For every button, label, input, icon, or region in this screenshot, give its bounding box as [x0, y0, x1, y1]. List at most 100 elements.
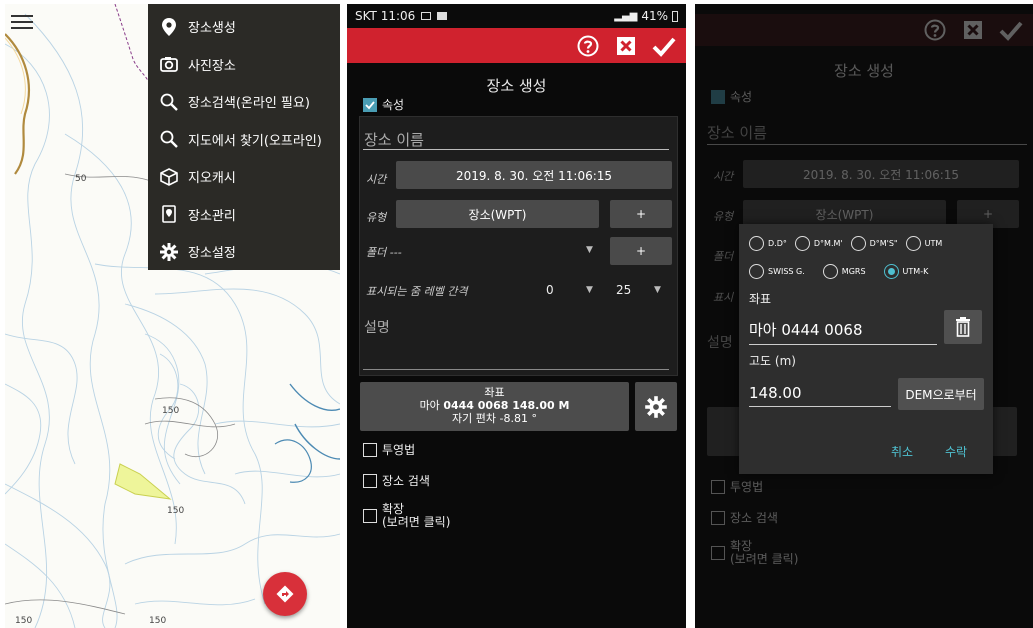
trash-icon [956, 317, 970, 337]
time-button[interactable]: 2019. 8. 30. 오전 11:06:15 [743, 160, 1019, 188]
format-radio-row-2: SWISS G. MGRS UTM-K [749, 264, 936, 279]
checkbox-label: 투영법 [382, 443, 416, 457]
attributes-label: 속성 [730, 90, 753, 104]
projection-checkbox[interactable]: 투영법 [363, 441, 450, 458]
add-folder-button[interactable]: + [610, 237, 672, 265]
format-radio-utm[interactable]: UTM [905, 236, 942, 251]
radio-label: SWISS G. [768, 267, 805, 276]
format-radio-mgrs[interactable]: MGRS [822, 264, 866, 279]
dem-button[interactable]: DEM으로부터 [898, 378, 984, 410]
format-radio-dms[interactable]: D°M'S" [850, 236, 898, 251]
cancel-dialog-button[interactable]: 취소 [891, 443, 913, 460]
battery-level: 41% [641, 9, 668, 23]
time-button[interactable]: 2019. 8. 30. 오전 11:06:15 [396, 161, 672, 189]
attributes-checkbox[interactable]: 속성 [711, 88, 752, 105]
geocache-box-icon [158, 166, 180, 188]
description-field[interactable]: 설명 [707, 332, 733, 352]
check-icon [652, 37, 676, 57]
chevron-down-icon[interactable]: ▼ [586, 245, 593, 255]
checkbox-label: 확장 (보려면 클릭) [382, 502, 451, 529]
zoom-max-select[interactable]: 25 [616, 283, 631, 297]
checkbox-label: 확장 (보려면 클릭) [730, 539, 799, 566]
format-radio-swiss[interactable]: SWISS G. [749, 264, 805, 279]
directions-icon [276, 585, 294, 603]
zoom-min-select[interactable]: 0 [546, 283, 554, 297]
place-name-field[interactable]: 장소 이름 [364, 129, 424, 150]
confirm-button[interactable] [999, 18, 1023, 42]
accept-dialog-button[interactable]: 수락 [945, 443, 967, 460]
contour-label: 150 [162, 406, 180, 416]
checkbox-checked-icon [363, 97, 377, 112]
help-button[interactable] [576, 34, 600, 58]
menu-item-label: 장소관리 [188, 208, 236, 224]
checkbox-checked-icon [711, 89, 725, 104]
description-field[interactable]: 설명 [364, 317, 390, 337]
altitude-input[interactable]: 148.00 [749, 384, 891, 407]
cancel-button[interactable] [614, 34, 638, 58]
contour-label: 150 [15, 616, 33, 626]
coordinates-button[interactable]: 좌표 마아 0444 0068 148.00 M 자기 편차 -8.81 ° [360, 382, 629, 431]
gear-icon [645, 395, 667, 418]
cancel-button[interactable] [961, 18, 985, 42]
extend-checkbox[interactable]: 확장 (보려면 클릭) [711, 540, 798, 566]
menu-item-place-settings[interactable]: 장소설정 [148, 233, 340, 271]
checkbox-icon [363, 473, 377, 488]
menu-item-photo-place[interactable]: 사진장소 [148, 46, 340, 84]
confirm-button[interactable] [652, 34, 676, 58]
options-list: 투영법 장소 검색 확장 (보려면 클릭) [711, 478, 798, 580]
name-underline [707, 144, 1027, 145]
hamburger-menu-icon[interactable] [11, 15, 33, 31]
page-title: 장소 생성 [486, 77, 547, 95]
menu-item-manage-places[interactable]: 장소관리 [148, 196, 340, 234]
checkbox-icon [363, 509, 377, 523]
projection-checkbox[interactable]: 투영법 [711, 478, 798, 495]
type-button[interactable]: 장소(WPT) [396, 200, 599, 228]
menu-item-create-place[interactable]: 장소생성 [148, 8, 340, 46]
format-radio-dd[interactable]: D.D° [749, 236, 787, 251]
checkbox-icon [711, 479, 725, 494]
menu-item-geocache[interactable]: 지오캐시 [148, 158, 340, 196]
place-manage-icon [158, 203, 180, 225]
help-icon [924, 19, 946, 41]
format-radio-utmk[interactable]: UTM-K [883, 264, 929, 279]
menu-item-find-on-map[interactable]: 지도에서 찾기(오프라인) [148, 121, 340, 159]
menu-item-search-online[interactable]: 장소검색(온라인 필요) [148, 83, 340, 121]
checkbox-label: 투영법 [730, 480, 764, 494]
place-name-field[interactable]: 장소 이름 [707, 122, 767, 143]
place-search-checkbox[interactable]: 장소 검색 [363, 472, 450, 489]
gallery-icon [421, 12, 432, 20]
add-type-button[interactable]: + [610, 200, 672, 228]
navigate-fab[interactable] [263, 572, 307, 616]
place-search-checkbox[interactable]: 장소 검색 [711, 509, 798, 526]
attributes-checkbox[interactable]: 속성 [363, 96, 404, 113]
chevron-down-icon[interactable]: ▼ [586, 285, 593, 295]
description-underline [363, 369, 669, 370]
coordinate-settings-button[interactable] [635, 382, 677, 431]
checkbox-icon [711, 510, 725, 525]
radio-label: UTM-K [902, 267, 929, 276]
radio-label: D.D° [768, 239, 787, 248]
coordinate-input[interactable]: 마아 0444 0068 [749, 319, 937, 345]
folder-label: 폴더 [713, 250, 734, 263]
menu-item-label: 장소생성 [188, 21, 236, 37]
help-button[interactable] [923, 18, 947, 42]
format-radio-dmm[interactable]: D°M.M' [794, 236, 843, 251]
menu-item-label: 지도에서 찾기(오프라인) [188, 133, 322, 149]
close-box-icon [964, 21, 982, 39]
name-underline [363, 149, 669, 150]
chevron-down-icon[interactable]: ▼ [654, 285, 661, 295]
signal-icon: ▂▄▆ [614, 10, 638, 22]
folder-value: --- [389, 246, 402, 259]
declination-text: 자기 편차 -8.81 ° [452, 412, 537, 425]
type-label: 유형 [713, 210, 734, 223]
extend-checkbox[interactable]: 확장 (보려면 클릭) [363, 503, 450, 529]
clear-coordinate-button[interactable] [944, 310, 982, 344]
radio-selected-icon [883, 264, 899, 279]
coordinate-dialog-screen: 장소 생성 속성 장소 이름 시간 2019. 8. 30. 오전 11:06:… [695, 4, 1033, 628]
dimmed-background: 장소 생성 속성 장소 이름 시간 2019. 8. 30. 오전 11:06:… [695, 14, 1033, 566]
menu-item-label: 장소검색(온라인 필요) [188, 96, 310, 112]
help-icon [577, 35, 599, 56]
radio-icon [905, 236, 921, 251]
radio-label: D°M.M' [813, 239, 843, 248]
zoom-label: 표시되는 줌 레벨 간격 [366, 285, 468, 298]
